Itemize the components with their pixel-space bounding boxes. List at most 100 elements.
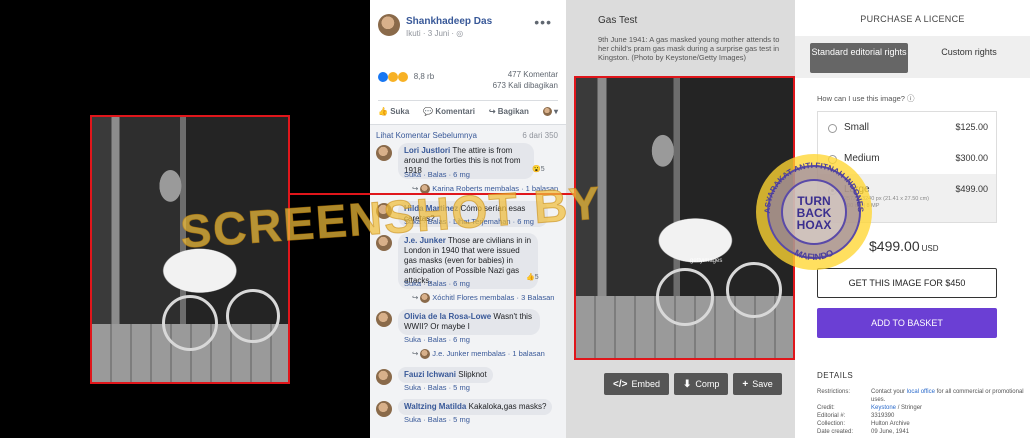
comment-text: Kakaloka,gas masks?	[468, 402, 547, 411]
reply-text: Xóchitl Flores membalas · 3 Balasan	[432, 293, 555, 302]
comment-item: Fauzi Ichwani Slipknot Suka · Balas · 5 …	[376, 367, 562, 395]
comment-label: Komentari	[435, 107, 475, 116]
embed-label: Embed	[631, 379, 660, 389]
size-price: $499.00	[955, 184, 988, 194]
detail-key: Collection:	[817, 421, 846, 427]
comment-bubble: Fauzi Ichwani Slipknot	[398, 367, 493, 383]
reply-arrow-icon: ↪	[412, 293, 419, 302]
detail-row: Collection: Hulton Archive	[817, 420, 1027, 428]
comment-bubble: Waltzing Matilda Kakaloka,gas masks?	[398, 399, 553, 415]
comment-counter: 6 dari 350	[522, 131, 558, 140]
licence-heading: PURCHASE A LICENCE	[860, 14, 965, 24]
avatar	[420, 293, 431, 304]
usage-help-link[interactable]: How can I use this image? ⓘ	[817, 93, 915, 104]
thumbs-up-icon: 👍	[378, 107, 388, 116]
detail-value: 3319390	[871, 413, 895, 419]
image-action-buttons: </> Embed ⬇ Comp + Save	[604, 373, 782, 395]
size-price: $300.00	[955, 153, 988, 163]
details-heading: DETAILS	[817, 371, 854, 380]
haha-icon	[388, 72, 399, 82]
comp-button[interactable]: ⬇ Comp	[674, 373, 729, 395]
wow-icon	[398, 72, 409, 82]
currency: USD	[921, 244, 939, 253]
reply-link[interactable]: ↪ J.e. Junker membalas · 1 balasan	[412, 349, 545, 360]
reply-link[interactable]: ↪ Xóchitl Flores membalas · 3 Balasan	[412, 293, 555, 304]
view-previous-comments-link[interactable]: Lihat Komentar Sebelumnya	[376, 131, 477, 140]
avatar[interactable]	[376, 145, 392, 161]
comment-actions[interactable]: Suka · Balas · 5 mg	[404, 383, 470, 392]
comment-actions[interactable]: Suka · Balas · 6 mg	[404, 279, 470, 288]
comment-text: Slipknot	[458, 370, 487, 379]
price-value: $499.00	[869, 238, 920, 254]
total-price: $499.00 USD	[869, 238, 939, 254]
comment-author[interactable]: Olivia de la Rosa-Lowe	[404, 312, 491, 321]
detail-row: Credit: Keystone / Stringer	[817, 404, 1027, 412]
code-icon: </>	[613, 378, 628, 390]
size-option-small[interactable]: Small $125.00	[818, 112, 996, 145]
post-header: Shankhadeep Das Ikuti · 3 Juni · ◎ •••	[378, 14, 560, 44]
embed-button[interactable]: </> Embed	[604, 373, 669, 395]
comment-author[interactable]: Waltzing Matilda	[404, 402, 466, 411]
avatar[interactable]	[376, 369, 392, 385]
detail-row: Restrictions: Contact your local office f…	[817, 388, 1027, 404]
comment-actions[interactable]: Suka · Balas · 6 mg	[404, 335, 470, 344]
image-caption: 9th June 1941: A gas masked young mother…	[598, 35, 780, 62]
detail-key: Restrictions:	[817, 389, 851, 395]
comp-label: Comp	[695, 379, 720, 389]
save-label: Save	[752, 379, 773, 389]
post-author[interactable]: Shankhadeep Das	[406, 16, 492, 27]
comment-author[interactable]: Fauzi Ichwani	[404, 370, 456, 379]
avatar	[420, 349, 431, 360]
radio-button[interactable]	[828, 124, 837, 133]
comment-reaction-count: 5	[540, 166, 545, 173]
comment-button[interactable]: 💬 Komentari	[423, 107, 475, 116]
tab-standard-editorial[interactable]: Standard editorial rights	[810, 43, 908, 73]
comment-section: Lihat Komentar Sebelumnya 6 dari 350 Lor…	[370, 124, 566, 438]
reply-text: J.e. Junker membalas · 1 balasan	[432, 349, 545, 358]
share-button[interactable]: ↪ Bagikan	[489, 107, 529, 116]
detail-text: / Stringer	[896, 405, 923, 411]
avatar[interactable]	[376, 401, 392, 417]
detail-key: Editorial #:	[817, 413, 846, 419]
detail-row: Date created: 09 June, 1941	[817, 428, 1027, 436]
comment-reaction-badge[interactable]: 👍5	[526, 273, 539, 281]
avatar[interactable]	[378, 14, 400, 36]
detail-text: Contact your	[871, 389, 907, 395]
share-count[interactable]: 673 Kali dibagikan	[493, 81, 558, 90]
reply-arrow-icon: ↪	[412, 349, 419, 358]
tab-custom-rights[interactable]: Custom rights	[925, 47, 1013, 58]
comment-actions[interactable]: Suka · Balas · 6 mg	[404, 170, 470, 179]
comment-item: J.e. Junker Those are civilians in in Lo…	[376, 233, 562, 305]
comment-reaction-badge[interactable]: 😮5	[532, 165, 545, 173]
like-label: Suka	[390, 107, 410, 116]
size-name: Small	[844, 122, 870, 133]
like-button[interactable]: 👍 Suka	[378, 107, 409, 116]
comment-item: Olivia de la Rosa-Lowe Wasn't this WWII?…	[376, 309, 562, 361]
image-title: Gas Test	[598, 15, 638, 26]
comment-item: Waltzing Matilda Kakaloka,gas masks? Suk…	[376, 399, 562, 427]
more-options-icon[interactable]: •••	[534, 14, 552, 30]
reaction-summary: 8,8 rb 477 Komentar 673 Kali dibagikan	[378, 70, 558, 90]
download-icon: ⬇	[683, 378, 692, 390]
size-price: $125.00	[955, 122, 988, 132]
getty-watermark: gettyimages	[690, 258, 723, 264]
detail-row: Editorial #: 3319390	[817, 412, 1027, 420]
share-label: Bagikan	[497, 107, 529, 116]
avatar[interactable]	[376, 311, 392, 327]
detail-value: Keystone / Stringer	[871, 404, 922, 412]
comment-count[interactable]: 477 Komentar	[508, 70, 558, 79]
detail-value: Contact your local office for all commer…	[871, 388, 1027, 404]
comment-author[interactable]: Lori Justlori	[404, 146, 450, 155]
credit-link[interactable]: Keystone	[871, 405, 896, 411]
plus-icon: +	[742, 378, 749, 390]
turnbackhoax-stamp: MASYARAKAT ANTI FITNAH INDONESIA MAFINDO…	[749, 143, 876, 274]
detail-value: Hulton Archive	[871, 421, 910, 427]
audience-selector[interactable]: ▾	[542, 107, 558, 117]
reaction-count[interactable]: 8,8 rb	[414, 72, 434, 81]
share-icon: ↪	[488, 107, 496, 116]
local-office-link[interactable]: local office	[907, 389, 935, 395]
comment-bubble: Olivia de la Rosa-Lowe Wasn't this WWII?…	[398, 309, 540, 335]
add-to-basket-button[interactable]: ADD TO BASKET	[817, 308, 997, 338]
save-button[interactable]: + Save	[733, 373, 782, 395]
comment-actions[interactable]: Suka · Balas · 5 mg	[404, 415, 470, 424]
